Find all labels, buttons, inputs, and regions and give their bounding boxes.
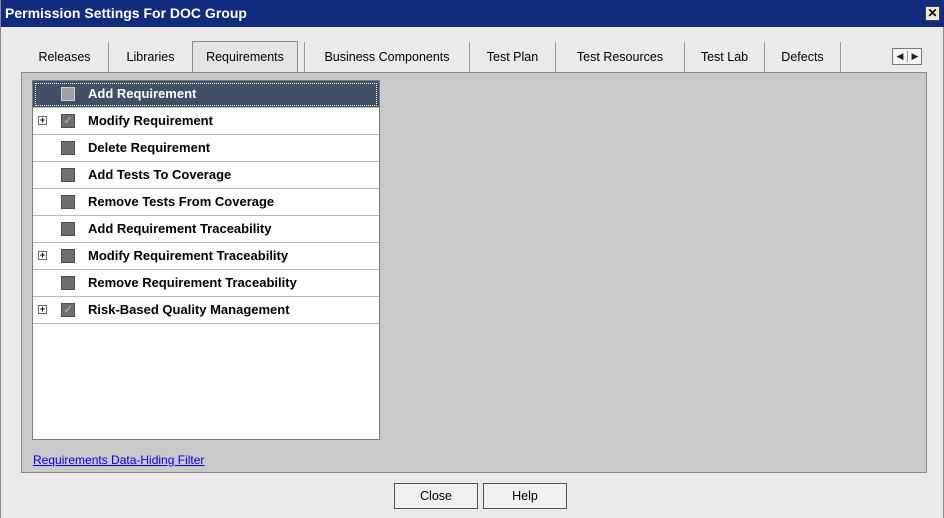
scroll-left-icon[interactable]: ◀: [894, 51, 906, 62]
help-button[interactable]: Help: [483, 483, 567, 509]
tab-releases[interactable]: Releases: [21, 42, 108, 72]
checkbox-unchecked-icon[interactable]: [61, 168, 75, 182]
checkbox-unchecked-icon[interactable]: [61, 249, 75, 263]
checkbox-unchecked-icon[interactable]: [61, 141, 75, 155]
scroll-separator: [907, 51, 908, 62]
tab-libraries[interactable]: Libraries: [108, 42, 192, 72]
permission-row-add-requirement-traceability[interactable]: Add Requirement Traceability: [33, 216, 379, 243]
permission-row-delete-requirement[interactable]: Delete Requirement: [33, 135, 379, 162]
title-bar: Permission Settings For DOC Group ✕: [1, 0, 944, 27]
permission-row-risk-based-quality-management[interactable]: + ✓ Risk-Based Quality Management: [33, 297, 379, 324]
permission-row-remove-tests-from-coverage[interactable]: Remove Tests From Coverage: [33, 189, 379, 216]
close-button[interactable]: Close: [394, 483, 478, 509]
tab-scroll-buttons: ◀ ▶: [892, 48, 922, 65]
permission-label: Modify Requirement: [88, 113, 213, 128]
close-window-icon[interactable]: ✕: [925, 6, 940, 21]
tab-requirements[interactable]: Requirements: [192, 41, 298, 73]
expand-icon[interactable]: +: [38, 305, 47, 314]
permission-row-remove-requirement-traceability[interactable]: Remove Requirement Traceability: [33, 270, 379, 297]
permission-label: Add Tests To Coverage: [88, 167, 232, 182]
checkbox-checked-icon[interactable]: ✓: [61, 114, 75, 128]
tab-divider: [840, 42, 841, 72]
permission-row-modify-requirement[interactable]: + ✓ Modify Requirement: [33, 108, 379, 135]
checkbox-checked-icon[interactable]: ✓: [61, 303, 75, 317]
permission-label: Modify Requirement Traceability: [88, 248, 289, 263]
tab-defects[interactable]: Defects: [764, 42, 840, 72]
tab-test-resources[interactable]: Test Resources: [555, 42, 684, 72]
checkbox-unchecked-icon[interactable]: [61, 87, 75, 101]
permission-row-add-requirement[interactable]: Add Requirement: [33, 81, 379, 108]
permission-row-modify-requirement-traceability[interactable]: + Modify Requirement Traceability: [33, 243, 379, 270]
permission-label: Remove Requirement Traceability: [88, 275, 297, 290]
checkbox-unchecked-icon[interactable]: [61, 195, 75, 209]
checkbox-unchecked-icon[interactable]: [61, 222, 75, 236]
checkbox-unchecked-icon[interactable]: [61, 276, 75, 290]
scroll-right-icon[interactable]: ▶: [909, 51, 921, 62]
window-title: Permission Settings For DOC Group: [5, 5, 247, 21]
tab-test-lab[interactable]: Test Lab: [684, 42, 764, 72]
permission-label: Add Requirement Traceability: [88, 221, 272, 236]
permission-label: Risk-Based Quality Management: [88, 302, 290, 317]
permission-label: Add Requirement: [88, 86, 197, 101]
permission-label: Remove Tests From Coverage: [88, 194, 275, 209]
tab-test-plan[interactable]: Test Plan: [469, 42, 555, 72]
expand-icon[interactable]: +: [38, 116, 47, 125]
expand-icon[interactable]: +: [38, 251, 47, 260]
data-hiding-filter-link[interactable]: Requirements Data-Hiding Filter: [33, 453, 204, 467]
permission-label: Delete Requirement: [88, 140, 211, 155]
tab-business-components[interactable]: Business Components: [304, 42, 469, 72]
permission-list[interactable]: Add Requirement + ✓ Modify Requirement D…: [32, 80, 380, 440]
permission-row-add-tests-to-coverage[interactable]: Add Tests To Coverage: [33, 162, 379, 189]
permission-settings-dialog: Permission Settings For DOC Group ✕ Rele…: [0, 0, 944, 518]
